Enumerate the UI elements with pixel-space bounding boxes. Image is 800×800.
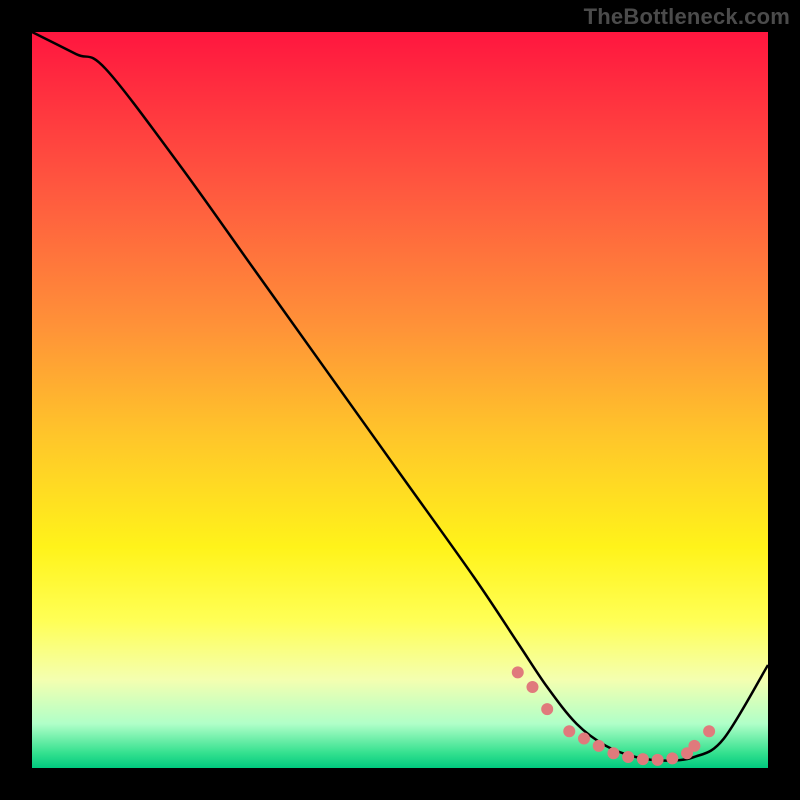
- marker-dot: [579, 733, 590, 744]
- curve-path: [32, 32, 768, 761]
- plot-area: [32, 32, 768, 768]
- marker-dot: [542, 704, 553, 715]
- marker-dot: [623, 751, 634, 762]
- marker-dot: [652, 754, 663, 765]
- marker-dot: [527, 682, 538, 693]
- marker-dot: [704, 726, 715, 737]
- marker-dot: [608, 748, 619, 759]
- marker-dot: [667, 753, 678, 764]
- chart-frame: TheBottleneck.com: [0, 0, 800, 800]
- marker-dot: [564, 726, 575, 737]
- marker-dot: [593, 740, 604, 751]
- curve-svg: [32, 32, 768, 768]
- watermark-text: TheBottleneck.com: [584, 4, 790, 30]
- marker-dot: [512, 667, 523, 678]
- marker-dot: [637, 754, 648, 765]
- marker-dot: [689, 740, 700, 751]
